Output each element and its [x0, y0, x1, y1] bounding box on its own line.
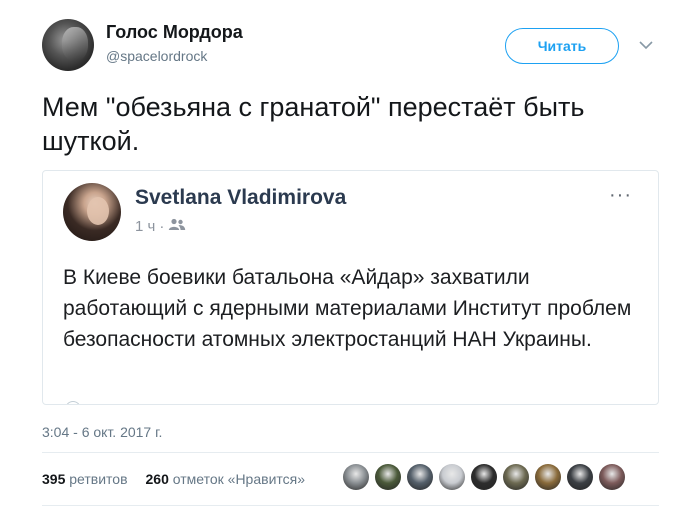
liker-avatar-7[interactable] — [535, 464, 561, 490]
divider — [42, 505, 659, 506]
likes-stat[interactable]: 260 отметок «Нравится» — [146, 471, 306, 487]
tweet-timestamp[interactable]: 3:04 - 6 окт. 2017 г. — [42, 424, 162, 440]
likers-avatars — [343, 464, 625, 490]
liker-avatar-6[interactable] — [503, 464, 529, 490]
meta-separator: · — [159, 218, 165, 235]
liker-avatar-9[interactable] — [599, 464, 625, 490]
more-options-icon[interactable]: ··· — [609, 185, 632, 205]
liker-avatar-8[interactable] — [567, 464, 593, 490]
liker-avatar-2[interactable] — [375, 464, 401, 490]
tweet-stats: 395 ретвитов 260 отметок «Нравится» — [42, 471, 305, 487]
liker-avatar-4[interactable] — [439, 464, 465, 490]
avatar-face — [87, 197, 109, 225]
reaction-hint-icon — [65, 401, 81, 404]
divider — [42, 452, 659, 453]
liker-avatar-3[interactable] — [407, 464, 433, 490]
follow-button[interactable]: Читать — [505, 28, 619, 64]
retweets-label: ретвитов — [69, 471, 128, 487]
liker-avatar-5[interactable] — [471, 464, 497, 490]
retweets-stat[interactable]: 395 ретвитов — [42, 471, 128, 487]
embedded-post-card[interactable]: Svetlana Vladimirova 1 ч · ··· В Киеве б… — [42, 170, 659, 405]
embedded-post-time: 1 ч — [135, 218, 156, 235]
author-name[interactable]: Голос Мордора — [106, 22, 243, 43]
chevron-down-icon[interactable] — [638, 37, 654, 53]
author-avatar[interactable] — [42, 19, 94, 71]
embedded-author-avatar — [63, 183, 121, 241]
liker-avatar-1[interactable] — [343, 464, 369, 490]
friends-icon — [168, 218, 186, 235]
retweets-count: 395 — [42, 471, 66, 487]
embedded-post-text: В Киеве боевики батальона «Айдар» захват… — [63, 266, 632, 351]
tweet-text: Мем "обезьяна с гранатой" перестаёт быть… — [42, 92, 585, 156]
embedded-post-meta: 1 ч · — [135, 218, 186, 235]
author-handle[interactable]: @spacelordrock — [106, 48, 207, 64]
likes-label: отметок «Нравится» — [172, 471, 306, 487]
likes-count: 260 — [145, 471, 169, 487]
embedded-author-name: Svetlana Vladimirova — [135, 186, 347, 209]
avatar-image — [62, 27, 88, 61]
